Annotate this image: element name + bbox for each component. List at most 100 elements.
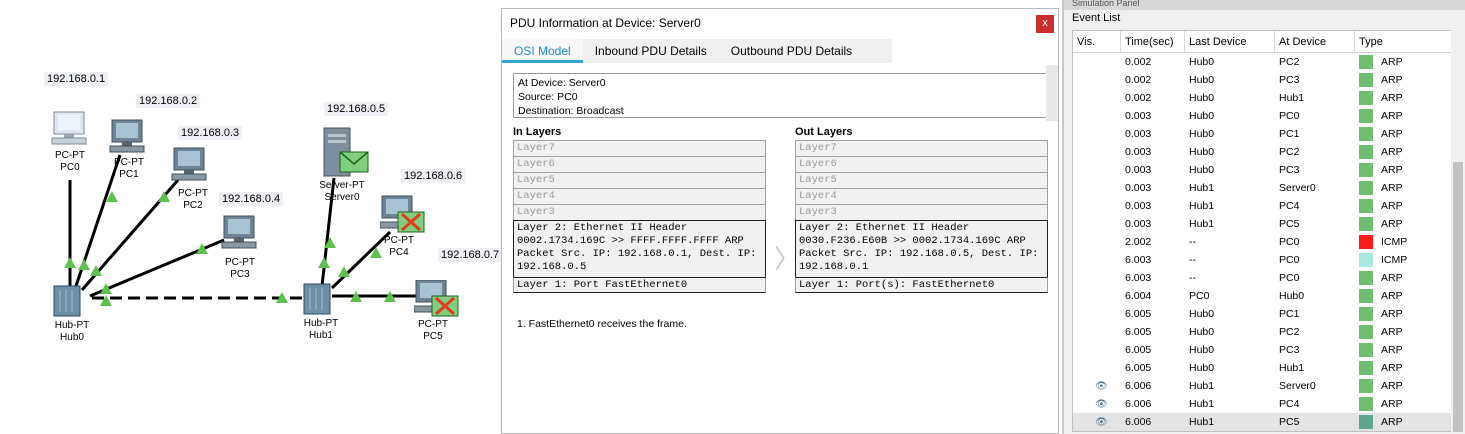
event-type[interactable]: ARP (1355, 377, 1439, 395)
event-vis[interactable] (1073, 233, 1121, 251)
out-layer-2[interactable]: Layer 2: Ethernet II Header 0030.F236.E6… (795, 220, 1048, 277)
col-last-device[interactable]: Last Device (1185, 31, 1275, 52)
hub1-device[interactable] (302, 282, 334, 321)
event-vis[interactable] (1073, 53, 1121, 71)
event-vis[interactable] (1073, 287, 1121, 305)
out-layer-1[interactable]: Layer 1: Port(s): FastEthernet0 (795, 277, 1048, 293)
server0-device[interactable] (320, 126, 370, 181)
col-time[interactable]: Time(sec) (1121, 31, 1185, 52)
event-type[interactable]: ARP (1355, 395, 1439, 413)
event-row[interactable]: 6.003 -- PC0 ARP (1073, 269, 1454, 287)
event-vis[interactable]: 👁 (1073, 395, 1121, 413)
event-vis[interactable]: 👁 (1073, 377, 1121, 395)
event-type[interactable]: ARP (1355, 215, 1439, 233)
event-row[interactable]: 6.005 Hub0 PC2 ARP (1073, 323, 1454, 341)
pc2-device[interactable] (170, 146, 210, 189)
event-vis[interactable] (1073, 305, 1121, 323)
in-layer-2[interactable]: Layer 2: Ethernet II Header 0002.1734.16… (513, 220, 766, 277)
event-row[interactable]: 0.003 Hub1 PC4 ARP (1073, 197, 1454, 215)
event-vis[interactable] (1073, 179, 1121, 197)
event-vis[interactable] (1073, 89, 1121, 107)
event-vis[interactable] (1073, 71, 1121, 89)
event-row[interactable]: 👁 6.006 Hub1 Server0 ARP (1073, 377, 1454, 395)
tab-inbound-pdu-details[interactable]: Inbound PDU Details (583, 39, 719, 63)
event-type[interactable]: ARP (1355, 287, 1439, 305)
event-type[interactable]: ARP (1355, 413, 1439, 431)
event-type[interactable]: ICMP (1355, 251, 1439, 269)
event-row[interactable]: 2.002 -- PC0 ICMP (1073, 233, 1454, 251)
event-list-table[interactable]: Vis. Time(sec) Last Device At Device Typ… (1072, 30, 1455, 432)
event-row[interactable]: 0.003 Hub0 PC2 ARP (1073, 143, 1454, 161)
event-type[interactable]: ARP (1355, 341, 1439, 359)
event-vis[interactable]: 👁 (1073, 413, 1121, 431)
event-type[interactable]: ARP (1355, 125, 1439, 143)
event-type[interactable]: ARP (1355, 143, 1439, 161)
tab-outbound-pdu-details[interactable]: Outbound PDU Details (719, 39, 864, 63)
topology-canvas[interactable]: 192.168.0.1 192.168.0.2 192.168.0.3 192.… (0, 0, 503, 434)
close-button[interactable]: x (1036, 15, 1054, 33)
out-layer-4[interactable]: Layer4 (795, 188, 1048, 204)
event-row[interactable]: 6.005 Hub0 PC3 ARP (1073, 341, 1454, 359)
summary-scrollbar[interactable] (1046, 65, 1058, 121)
out-layer-5[interactable]: Layer5 (795, 172, 1048, 188)
event-row[interactable]: 0.003 Hub0 PC0 ARP (1073, 107, 1454, 125)
event-row[interactable]: 👁 6.006 Hub1 PC5 ARP (1073, 413, 1454, 431)
event-vis[interactable] (1073, 197, 1121, 215)
pc0-device[interactable] (50, 110, 90, 153)
col-type[interactable]: Type (1355, 31, 1439, 52)
event-row[interactable]: 0.002 Hub0 PC3 ARP (1073, 71, 1454, 89)
event-type[interactable]: ARP (1355, 179, 1439, 197)
event-row[interactable]: 6.004 PC0 Hub0 ARP (1073, 287, 1454, 305)
event-type[interactable]: ARP (1355, 89, 1439, 107)
pc3-device[interactable] (220, 214, 260, 257)
event-vis[interactable] (1073, 125, 1121, 143)
in-layer-6[interactable]: Layer6 (513, 156, 766, 172)
event-row[interactable]: 0.003 Hub0 PC1 ARP (1073, 125, 1454, 143)
in-layer-1[interactable]: Layer 1: Port FastEthernet0 (513, 277, 766, 293)
event-list-scrollbar[interactable] (1451, 30, 1465, 434)
event-type[interactable]: ARP (1355, 197, 1439, 215)
event-vis[interactable] (1073, 107, 1121, 125)
in-layer-7[interactable]: Layer7 (513, 140, 766, 156)
pc4-device[interactable] (379, 194, 428, 239)
event-row[interactable]: 0.002 Hub0 PC2 ARP (1073, 53, 1454, 71)
pdu-information-dialog[interactable]: PDU Information at Device: Server0 x OSI… (501, 8, 1059, 434)
event-type[interactable]: ARP (1355, 161, 1439, 179)
event-type[interactable]: ARP (1355, 53, 1439, 71)
event-vis[interactable] (1073, 143, 1121, 161)
event-type[interactable]: ICMP (1355, 233, 1439, 251)
event-type[interactable]: ARP (1355, 359, 1439, 377)
event-row[interactable]: 6.005 Hub0 Hub1 ARP (1073, 359, 1454, 377)
out-layer-7[interactable]: Layer7 (795, 140, 1048, 156)
event-vis[interactable] (1073, 341, 1121, 359)
event-row[interactable]: 👁 6.006 Hub1 PC4 ARP (1073, 395, 1454, 413)
event-row[interactable]: 0.003 Hub1 Server0 ARP (1073, 179, 1454, 197)
col-vis[interactable]: Vis. (1073, 31, 1121, 52)
event-row[interactable]: 0.003 Hub0 PC3 ARP (1073, 161, 1454, 179)
hub0-device[interactable] (52, 284, 84, 323)
out-layer-3[interactable]: Layer3 (795, 204, 1048, 220)
event-row[interactable]: 6.003 -- PC0 ICMP (1073, 251, 1454, 269)
event-row[interactable]: 6.005 Hub0 PC1 ARP (1073, 305, 1454, 323)
event-vis[interactable] (1073, 251, 1121, 269)
col-at-device[interactable]: At Device (1275, 31, 1355, 52)
event-row[interactable]: 0.002 Hub0 Hub1 ARP (1073, 89, 1454, 107)
event-vis[interactable] (1073, 161, 1121, 179)
event-type[interactable]: ARP (1355, 323, 1439, 341)
event-vis[interactable] (1073, 359, 1121, 377)
pc1-device[interactable] (108, 118, 148, 161)
event-vis[interactable] (1073, 323, 1121, 341)
scrollbar-thumb[interactable] (1453, 162, 1463, 432)
event-type[interactable]: ARP (1355, 107, 1439, 125)
event-type[interactable]: ARP (1355, 305, 1439, 323)
tab-osi-model[interactable]: OSI Model (502, 39, 583, 63)
event-row[interactable]: 0.003 Hub1 PC5 ARP (1073, 215, 1454, 233)
event-type[interactable]: ARP (1355, 71, 1439, 89)
pc5-device[interactable] (413, 279, 464, 323)
out-layer-6[interactable]: Layer6 (795, 156, 1048, 172)
event-vis[interactable] (1073, 215, 1121, 233)
event-vis[interactable] (1073, 269, 1121, 287)
event-type[interactable]: ARP (1355, 269, 1439, 287)
in-layer-5[interactable]: Layer5 (513, 172, 766, 188)
in-layer-4[interactable]: Layer4 (513, 188, 766, 204)
